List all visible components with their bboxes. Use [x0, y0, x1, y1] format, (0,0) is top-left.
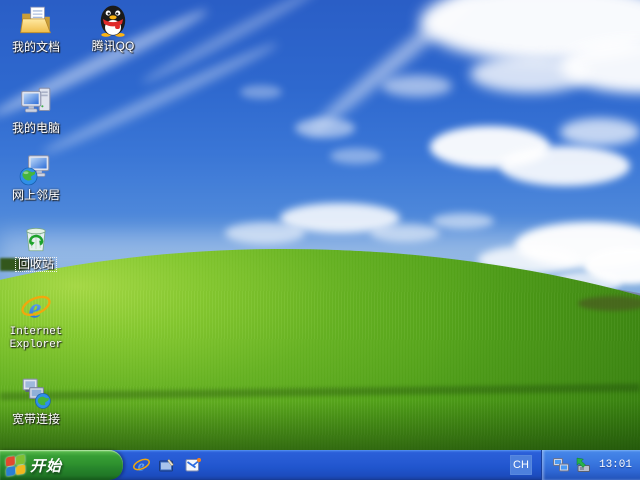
desktop-icon-tencent-qq[interactable]: 腾讯QQ	[75, 3, 151, 55]
desktop-icon-my-computer[interactable]: 我的电脑	[0, 85, 74, 137]
windows-xp-desktop: 我的文档 腾讯QQ 我的电脑 网上邻居 回收站 e Internet Explo…	[0, 0, 640, 480]
my-computer-icon	[19, 85, 53, 119]
desktop-icon-broadband-connection[interactable]: 宽带连接	[0, 376, 74, 428]
wallpaper-bliss	[0, 0, 640, 480]
quick-launch-show-desktop-icon[interactable]	[158, 456, 177, 475]
safely-remove-hardware-icon[interactable]	[574, 456, 592, 474]
cloud	[382, 75, 452, 97]
language-indicator[interactable]: CH	[509, 455, 532, 475]
my-documents-icon	[19, 4, 53, 38]
quick-launch-internet-explorer-icon[interactable]: e	[132, 456, 151, 475]
desktop-icon-label: 腾讯QQ	[91, 39, 135, 53]
desktop-icon-label: 我的文档	[11, 40, 60, 54]
taskbar-clock[interactable]: 13:01	[599, 459, 632, 471]
cloud	[138, 0, 322, 89]
taskbar: 开始 e CH 13:01	[0, 450, 640, 480]
desktop-icon-label: 我的电脑	[11, 121, 60, 135]
cloud	[240, 85, 282, 99]
quick-launch-outlook-express-icon[interactable]	[184, 456, 203, 475]
desktop-icon-my-documents[interactable]: 我的文档	[0, 4, 74, 56]
desktop-icon-label: Internet Explorer	[9, 326, 63, 351]
start-button-label: 开始	[30, 458, 63, 475]
cloud	[560, 118, 640, 146]
recycle-bin-icon	[19, 221, 53, 255]
tencent-qq-icon	[96, 3, 130, 37]
cloud	[39, 37, 281, 160]
desktop-icon-label: 回收站	[14, 257, 58, 272]
cloud	[500, 146, 630, 186]
system-tray: 13:01	[540, 450, 640, 480]
hillside-trees-right	[578, 296, 640, 311]
desktop-icon-internet-explorer[interactable]: e Internet Explorer	[0, 291, 74, 352]
desktop-icon-label: 网上邻居	[11, 188, 60, 202]
network-status-icon[interactable]	[552, 456, 570, 474]
cloud	[470, 55, 590, 93]
cloud	[432, 213, 494, 229]
desktop-icon-network-places[interactable]: 网上邻居	[0, 152, 74, 204]
windows-logo-icon	[5, 454, 26, 476]
quick-launch-bar: e	[132, 456, 203, 475]
desktop-icon-recycle-bin[interactable]: 回收站	[0, 221, 74, 273]
cloud	[295, 118, 355, 138]
cloud	[330, 148, 382, 164]
desktop-icon-label: 宽带连接	[11, 412, 60, 426]
internet-explorer-icon: e	[19, 291, 53, 325]
broadband-connection-icon	[19, 376, 53, 410]
network-places-icon	[19, 152, 53, 186]
start-button[interactable]: 开始	[0, 450, 123, 480]
foreground-grass	[0, 395, 640, 450]
